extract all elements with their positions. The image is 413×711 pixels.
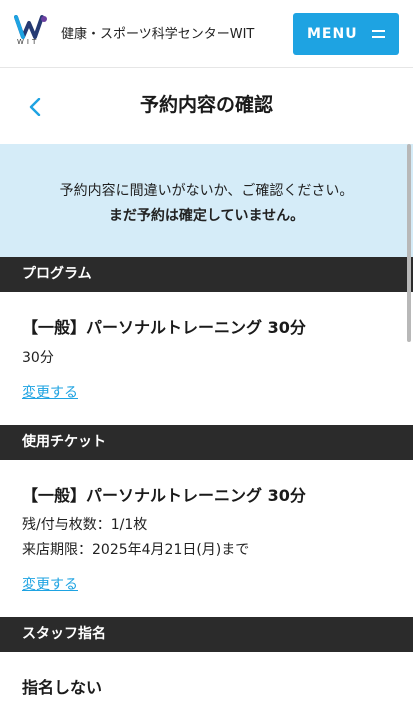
page-title: 予約内容の確認 [139, 94, 273, 116]
page-titlebar: 予約内容の確認 [0, 68, 413, 144]
menu-button[interactable]: MENU [293, 13, 399, 55]
staff-value: 指名しない [22, 678, 103, 697]
section-heading-program: プログラム [0, 257, 413, 292]
program-duration: 30分 [22, 350, 54, 366]
change-program-link[interactable]: 変更する [22, 382, 78, 402]
ticket-remaining: 残/付与枚数：1/1枚 [22, 517, 148, 533]
scrollbar[interactable] [407, 144, 411, 342]
hamburger-icon [372, 30, 385, 38]
section-heading-staff: スタッフ指名 [0, 617, 413, 652]
section-heading-ticket: 使用チケット [0, 425, 413, 460]
ticket-title: 【一般】パーソナルトレーニング 30分 [22, 486, 306, 505]
notice-message: 予約内容に間違いがないか、ご確認ください。 [59, 183, 354, 199]
menu-label: MENU [307, 26, 358, 42]
program-title: 【一般】パーソナルトレーニング 30分 [22, 318, 306, 337]
logo-text: WIT [17, 38, 40, 46]
site-header: WIT 健康・スポーツ科学センターWIT MENU [0, 0, 413, 68]
site-name[interactable]: 健康・スポーツ科学センターWIT [61, 23, 254, 42]
ticket-expiry: 来店期限：2025年4月21日(月)まで [22, 542, 250, 558]
notice-warning: まだ予約は確定していません。 [108, 208, 305, 224]
notice-banner: 予約内容に間違いがないか、ご確認ください。 まだ予約は確定していません。 [0, 144, 413, 257]
change-ticket-link[interactable]: 変更する [22, 574, 78, 594]
